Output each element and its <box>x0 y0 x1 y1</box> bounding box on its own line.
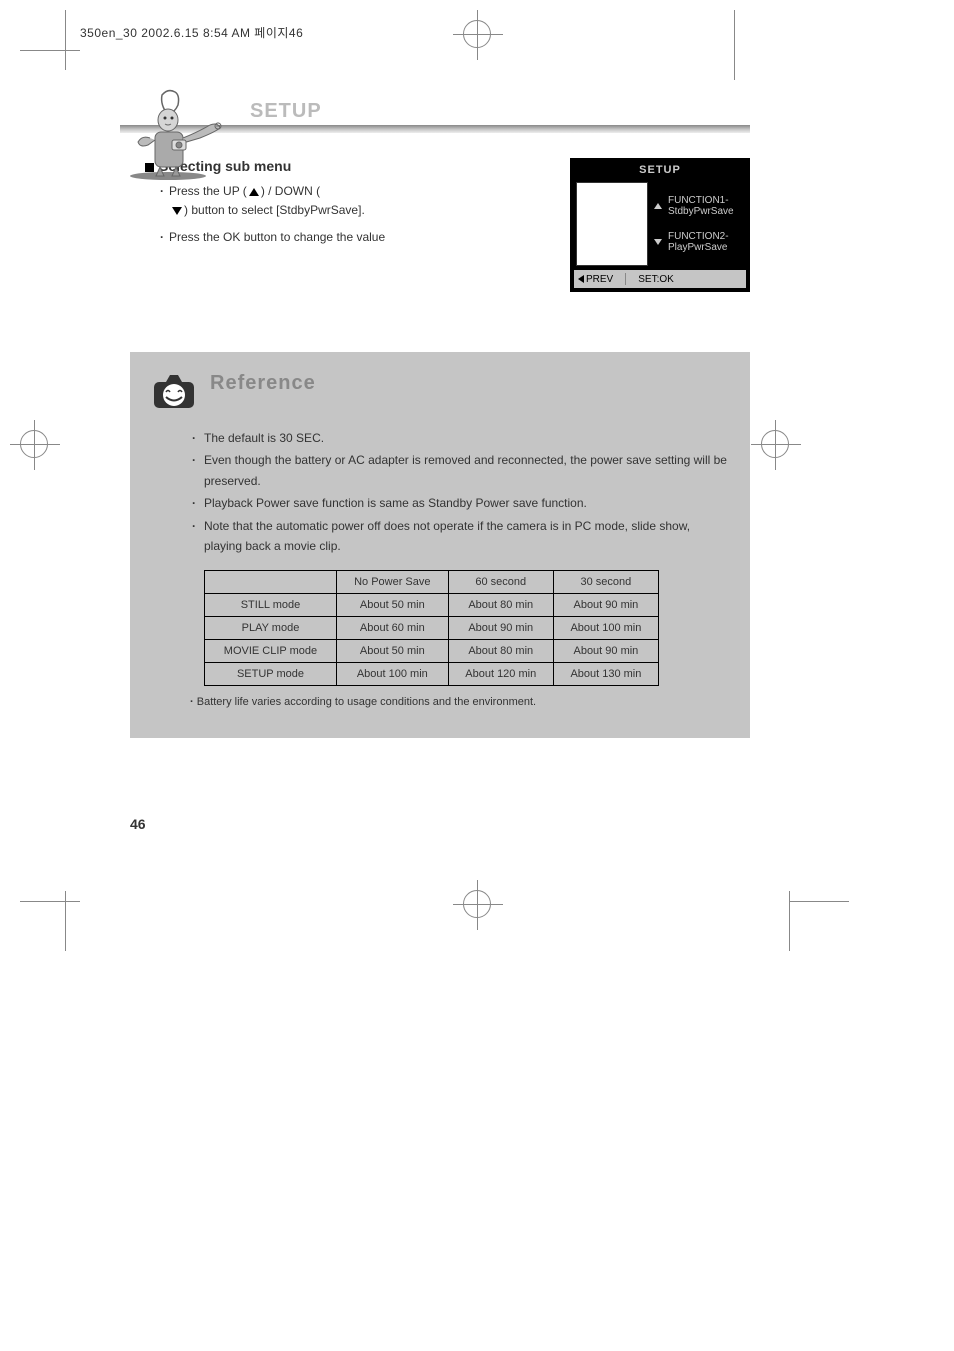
crop-mark <box>734 10 794 70</box>
lcd-screen: SETUP FUNCTION1-StdbyPwrSave FUNCTION2-P… <box>570 158 750 292</box>
up-arrow-icon <box>654 203 662 209</box>
reference-panel: Reference ·The default is 30 SEC. ·Even … <box>130 352 750 738</box>
lcd-footer: PREV SET:OK <box>574 270 746 288</box>
crop-mark <box>20 10 80 70</box>
mascot-icon <box>120 80 240 180</box>
reference-title: Reference <box>210 372 316 395</box>
lcd-title: SETUP <box>574 162 746 180</box>
table-row: PLAY mode About 60 min About 90 min Abou… <box>205 617 659 640</box>
instruction-step: ·Press the OK button to change the value <box>160 228 550 247</box>
crop-mark <box>463 20 491 48</box>
down-arrow-icon <box>654 239 662 245</box>
print-header: 350en_30 2002.6.15 8:54 AM 페이지46 <box>80 24 303 41</box>
reference-item: ·Even though the battery or AC adapter i… <box>192 450 728 491</box>
table-row: STILL mode About 50 min About 80 min Abo… <box>205 594 659 617</box>
left-arrow-icon <box>578 275 584 283</box>
table-row: SETUP mode About 100 min About 120 min A… <box>205 663 659 686</box>
reference-item: ·Note that the automatic power off does … <box>192 516 728 557</box>
lcd-preview <box>576 182 648 266</box>
section-title: SETUP <box>250 100 750 123</box>
crop-mark <box>20 430 48 458</box>
battery-life-table: No Power Save 60 second 30 second STILL … <box>204 570 659 686</box>
reference-item: ·The default is 30 SEC. <box>192 428 728 448</box>
down-arrow-icon <box>172 207 182 215</box>
crop-mark <box>761 430 789 458</box>
table-row: MOVIE CLIP mode About 50 min About 80 mi… <box>205 640 659 663</box>
crop-mark <box>463 890 491 918</box>
instruction-step: ·Press the UP () / DOWN ( ) button to se… <box>160 182 550 220</box>
table-header-row: No Power Save 60 second 30 second <box>205 571 659 594</box>
up-arrow-icon <box>249 188 259 196</box>
reference-item: ·Playback Power save function is same as… <box>192 493 728 513</box>
camera-smile-icon <box>152 372 196 410</box>
lcd-function-row: FUNCTION1-StdbyPwrSave <box>654 195 740 217</box>
table-caption: · Battery life varies according to usage… <box>190 696 728 708</box>
page-number: 46 <box>130 816 146 832</box>
lcd-function-row: FUNCTION2-PlayPwrSave <box>654 231 740 253</box>
